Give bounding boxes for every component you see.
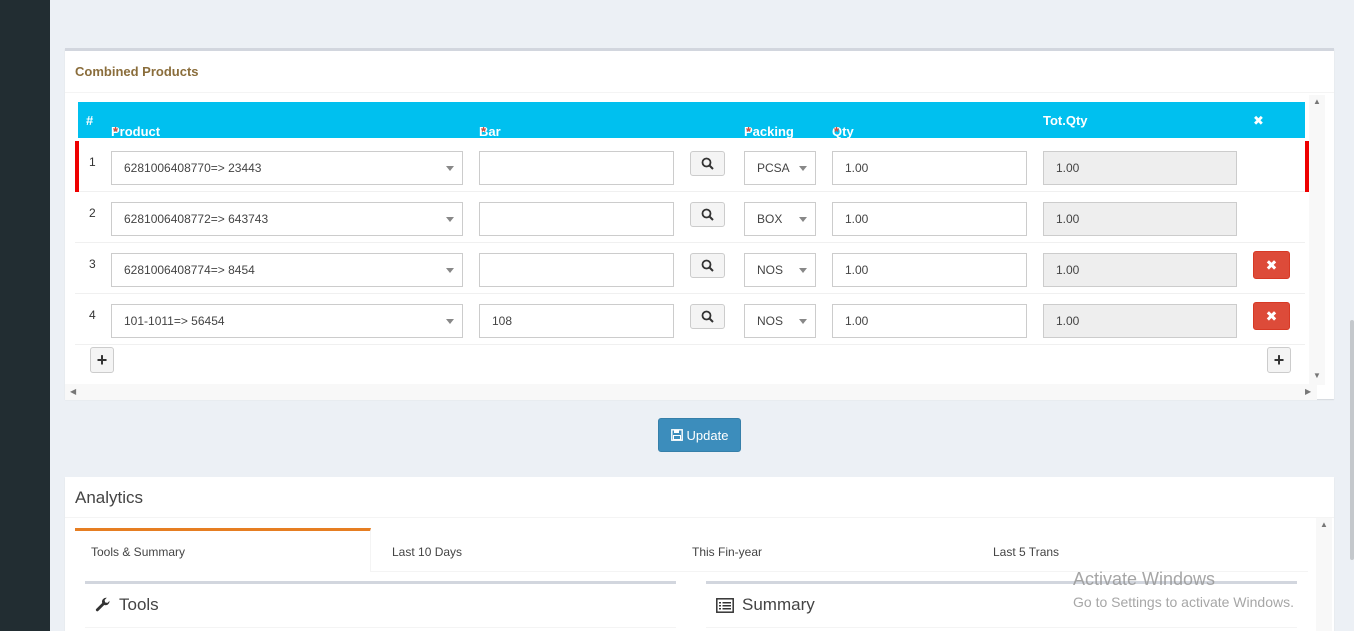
table-row: 3 6281006408774=> 8454 NOS 1.00 1.00 ✖	[75, 243, 1305, 294]
product-code-select[interactable]: 101-1011=> 56454	[111, 304, 463, 338]
vertical-scrollbar[interactable]: ▲	[1316, 518, 1332, 631]
row-number: 4	[89, 308, 96, 322]
chevron-down-icon	[446, 217, 454, 222]
search-button[interactable]	[690, 202, 725, 227]
search-button[interactable]	[690, 253, 725, 278]
chevron-down-icon	[799, 217, 807, 222]
packing-select[interactable]: NOS	[744, 253, 816, 287]
tab-last-10-days[interactable]: Last 10 Days	[376, 528, 676, 572]
search-icon	[701, 208, 714, 221]
divider	[706, 627, 1297, 628]
required-mark: *	[746, 124, 752, 139]
table-row: 2 6281006408772=> 643743 BOX 1.00 1.00	[75, 192, 1305, 243]
divider	[85, 627, 676, 628]
horizontal-scrollbar[interactable]: ◀ ▶	[65, 384, 1317, 400]
bar-code-input[interactable]: 108	[479, 304, 674, 338]
bar-code-input[interactable]	[479, 151, 674, 185]
add-row-button-right[interactable]: +	[1267, 347, 1291, 373]
chevron-down-icon	[446, 166, 454, 171]
analytics-title: Analytics	[75, 488, 144, 507]
analytics-tabs: Tools & Summary Last 10 Days This Fin-ye…	[75, 528, 1308, 572]
tot-qty-field: 1.00	[1043, 253, 1237, 287]
delete-row-button[interactable]: ✖	[1253, 251, 1290, 279]
chevron-down-icon	[446, 268, 454, 273]
col-tot-qty: Tot.Qty	[1043, 113, 1088, 128]
tools-panel: Tools	[85, 581, 676, 631]
divider	[65, 517, 1334, 518]
col-num: #	[86, 113, 94, 128]
tab-last-5-trans[interactable]: Last 5 Trans	[977, 528, 1277, 572]
watermark-line-1: Activate Windows	[1073, 569, 1216, 589]
tot-qty-field: 1.00	[1043, 151, 1237, 185]
qty-input[interactable]: 1.00	[832, 304, 1027, 338]
qty-input[interactable]: 1.00	[832, 253, 1027, 287]
row-number: 2	[89, 206, 96, 220]
summary-header: Summary	[716, 595, 815, 615]
search-button[interactable]	[690, 304, 725, 329]
save-icon	[670, 429, 683, 441]
chevron-down-icon	[799, 268, 807, 273]
update-label: Update	[686, 427, 729, 443]
add-row-button[interactable]: +	[90, 347, 114, 373]
packing-select[interactable]: PCSA	[744, 151, 816, 185]
search-icon	[701, 259, 714, 272]
list-icon	[716, 597, 734, 613]
combined-products-box: Combined Products # Product Code * Bar Co…	[65, 48, 1334, 400]
table-row: 4 101-1011=> 56454 108 NOS 1.00 1.00 ✖	[75, 294, 1305, 345]
row-number: 3	[89, 257, 96, 271]
tot-qty-field: 1.00	[1043, 304, 1237, 338]
tools-title: Tools	[119, 595, 159, 614]
packing-select[interactable]: NOS	[744, 304, 816, 338]
tab-this-fin-year[interactable]: This Fin-year	[676, 528, 976, 572]
qty-input[interactable]: 1.00	[832, 202, 1027, 236]
box-title: Combined Products	[75, 64, 199, 79]
tools-header: Tools	[95, 595, 159, 615]
box-header: Combined Products	[65, 51, 1334, 93]
sidebar	[0, 0, 50, 631]
update-button[interactable]: Update	[658, 418, 741, 452]
activate-windows-watermark: Activate Windows Go to Settings to activ…	[1073, 569, 1294, 610]
required-mark: *	[113, 124, 119, 139]
chevron-down-icon	[799, 319, 807, 324]
bar-code-input[interactable]	[479, 253, 674, 287]
row-number: 1	[89, 155, 96, 169]
page-scrollbar[interactable]	[1348, 0, 1354, 631]
table-row: 1 6281006408770=> 23443 PCSA 1.00 1.00	[75, 141, 1309, 192]
required-mark: *	[481, 124, 487, 139]
watermark-line-2: Go to Settings to activate Windows.	[1073, 594, 1294, 610]
scroll-up-icon[interactable]: ▲	[1320, 520, 1328, 529]
scrollbar-thumb[interactable]	[1350, 320, 1354, 560]
scroll-up-icon[interactable]: ▲	[1313, 97, 1321, 106]
qty-input[interactable]: 1.00	[832, 151, 1027, 185]
chevron-down-icon	[799, 166, 807, 171]
search-icon	[701, 310, 714, 323]
tot-qty-field: 1.00	[1043, 202, 1237, 236]
product-code-select[interactable]: 6281006408772=> 643743	[111, 202, 463, 236]
required-mark: *	[834, 124, 840, 139]
summary-title: Summary	[742, 595, 815, 614]
vertical-scrollbar[interactable]: ▲ ▼	[1309, 95, 1325, 385]
scroll-down-icon[interactable]: ▼	[1313, 371, 1321, 380]
remove-all-icon[interactable]: ✖	[1253, 113, 1264, 129]
wrench-icon	[95, 597, 110, 612]
scroll-left-icon[interactable]: ◀	[70, 387, 76, 396]
product-code-select[interactable]: 6281006408774=> 8454	[111, 253, 463, 287]
bar-code-input[interactable]	[479, 202, 674, 236]
product-code-select[interactable]: 6281006408770=> 23443	[111, 151, 463, 185]
delete-row-button[interactable]: ✖	[1253, 302, 1290, 330]
scroll-right-icon[interactable]: ▶	[1305, 387, 1311, 396]
search-icon	[701, 157, 714, 170]
chevron-down-icon	[446, 319, 454, 324]
tab-tools-summary[interactable]: Tools & Summary	[75, 528, 371, 572]
packing-select[interactable]: BOX	[744, 202, 816, 236]
search-button[interactable]	[690, 151, 725, 176]
table-header: # Product Code * Bar Code * Packing * Qty * …	[78, 102, 1305, 154]
